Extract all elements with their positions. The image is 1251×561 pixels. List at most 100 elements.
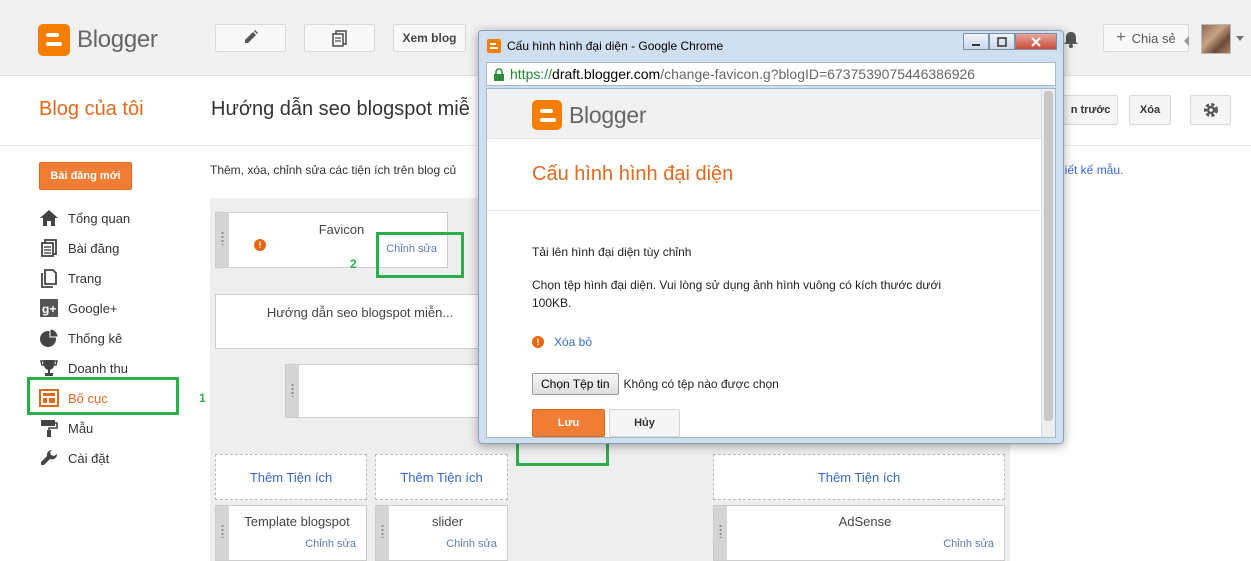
pencil-icon xyxy=(244,30,258,43)
sidebar-item-template[interactable]: Mẫu xyxy=(39,413,130,443)
address-bar[interactable]: https://draft.blogger.com/change-favicon… xyxy=(486,62,1056,86)
slider-widget[interactable]: slider Chỉnh sửa xyxy=(375,505,508,561)
popup-heading: Cấu hình hình đại diện xyxy=(532,163,734,185)
popup-content: Blogger Cấu hình hình đại diện Tải lên h… xyxy=(486,88,1056,438)
sidebar-item-label: Bài đăng xyxy=(68,240,120,256)
sidebar-item-label: Doanh thu xyxy=(68,360,128,376)
layout-description: Thêm, xóa, chỉnh sửa các tiện ích trên b… xyxy=(210,163,457,177)
add-widget-label: Thêm Tiện ích xyxy=(400,469,483,485)
add-widget-button[interactable]: Thêm Tiện ích xyxy=(215,454,367,500)
pages-icon xyxy=(41,269,57,288)
sidebar-item-google-plus[interactable]: g+ Google+ xyxy=(39,293,130,323)
template-blogspot-widget[interactable]: Template blogspot Chỉnh sửa xyxy=(215,505,367,561)
sidebar-item-label: Cài đặt xyxy=(68,450,110,466)
sidebar-item-label: Google+ xyxy=(68,300,118,316)
gear-icon xyxy=(1203,103,1218,117)
widget-title: slider xyxy=(431,514,464,529)
logo-text: Blogger xyxy=(569,101,647,128)
sidebar-item-stats[interactable]: Thống kê xyxy=(39,323,130,353)
view-blog-button[interactable]: Xem blog xyxy=(393,24,466,52)
url-path: /change-favicon.g?blogID=673753907544638… xyxy=(660,66,976,82)
choose-file-button[interactable]: Chọn Tệp tin xyxy=(532,373,619,395)
remove-label: Xóa bỏ xyxy=(554,335,593,349)
highlight-edit-link xyxy=(376,232,464,278)
sidebar-item-label: Thống kê xyxy=(68,330,123,346)
blogger-favicon-icon xyxy=(487,39,501,53)
wrench-icon xyxy=(41,449,58,465)
add-widget-button[interactable]: Thêm Tiện ích xyxy=(713,454,1005,500)
bell-icon[interactable] xyxy=(1062,30,1080,48)
sidebar-item-settings[interactable]: Cài đặt xyxy=(39,443,130,473)
popup-blogger-logo: Blogger xyxy=(532,100,646,130)
new-post-button[interactable]: Bài đăng mới xyxy=(39,162,132,190)
file-chooser-row: Chọn Tệp tin Không có tệp nào được chọn xyxy=(532,373,779,395)
svg-text:g+: g+ xyxy=(42,302,56,316)
step-2-label: 2 xyxy=(350,257,357,271)
sidebar-item-overview[interactable]: Tổng quan xyxy=(39,203,130,233)
avatar-chevron-down-icon[interactable] xyxy=(1236,36,1244,41)
scrollbar-thumb[interactable] xyxy=(1044,91,1053,421)
my-blogs-link[interactable]: Blog của tôi xyxy=(39,98,144,121)
template-design-link[interactable]: hiết kế mẫu. xyxy=(1058,163,1123,177)
plus-icon: + xyxy=(1116,29,1126,46)
sidebar-nav: Tổng quan Bài đăng Trang g+ Google+ Thốn… xyxy=(39,203,130,473)
widget-edit-link[interactable]: Chỉnh sửa xyxy=(943,538,994,550)
lock-icon xyxy=(494,67,504,81)
posts-list-button[interactable] xyxy=(304,24,375,52)
delete-button[interactable]: Xóa xyxy=(1129,95,1171,125)
header-widget[interactable]: Hướng dẫn seo blogspot miễn... xyxy=(215,294,485,349)
widget-title: AdSense xyxy=(838,514,892,529)
minimize-button[interactable] xyxy=(963,33,989,50)
widget-edit-link[interactable]: Chỉnh sửa xyxy=(446,538,497,550)
minimize-icon xyxy=(972,43,980,46)
remove-favicon-link[interactable]: ! Xóa bỏ xyxy=(532,335,592,349)
add-widget-label: Thêm Tiện ích xyxy=(249,469,333,485)
sidebar-item-label: Trang xyxy=(68,270,102,286)
choose-hint-line2: 100KB. xyxy=(532,296,572,310)
warning-icon: ! xyxy=(254,239,266,251)
avatar[interactable] xyxy=(1201,24,1231,54)
sidebar-item-posts[interactable]: Bài đăng xyxy=(39,233,130,263)
empty-widget[interactable] xyxy=(285,364,485,418)
cancel-button[interactable]: Hủy xyxy=(609,409,680,437)
popup-header: Blogger xyxy=(487,89,1042,139)
save-button[interactable]: Lưu xyxy=(532,409,605,437)
new-post-pencil-button[interactable] xyxy=(215,24,286,52)
step-1-label: 1 xyxy=(199,391,206,405)
share-caret-icon xyxy=(1184,36,1189,46)
paint-roller-icon xyxy=(41,420,58,437)
blogger-logo[interactable]: Blogger xyxy=(38,24,158,56)
window-controls xyxy=(963,33,1057,50)
blog-title: Hướng dẫn seo blogspot miễ xyxy=(211,98,470,120)
favicon-config-window: Cấu hình hình đại diện - Google Chrome h… xyxy=(478,30,1064,444)
popup-divider xyxy=(487,210,1042,211)
close-icon xyxy=(1031,36,1041,47)
add-widget-label: Thêm Tiện ích xyxy=(817,469,901,485)
close-button[interactable] xyxy=(1015,33,1057,50)
logo-text: Blogger xyxy=(77,26,158,53)
url-scheme: https:// xyxy=(510,66,553,82)
widget-edit-link[interactable]: Chỉnh sửa xyxy=(305,538,356,550)
google-plus-icon: g+ xyxy=(40,299,58,317)
add-widget-button[interactable]: Thêm Tiện ích xyxy=(375,454,508,500)
settings-button[interactable] xyxy=(1190,95,1231,125)
preview-button[interactable]: n trước xyxy=(1063,95,1118,125)
sidebar-item-pages[interactable]: Trang xyxy=(39,263,130,293)
sidebar-item-label: Tổng quan xyxy=(68,210,131,226)
posts-icon xyxy=(41,239,57,257)
posts-icon xyxy=(331,30,347,47)
drag-handle[interactable] xyxy=(286,365,299,417)
stats-pie-icon xyxy=(40,328,59,347)
maximize-button[interactable] xyxy=(989,33,1015,50)
upload-label: Tải lên hình đại diện tùy chỉnh xyxy=(532,245,692,259)
url-host: draft.blogger.com xyxy=(552,66,661,82)
blogger-logo-icon xyxy=(38,24,70,56)
blogger-logo-icon xyxy=(532,100,562,130)
widget-title: Hướng dẫn seo blogspot miễn... xyxy=(266,305,454,320)
sidebar-item-label: Mẫu xyxy=(68,420,94,436)
popup-scrollbar[interactable] xyxy=(1041,89,1055,437)
home-icon xyxy=(40,210,58,226)
share-button[interactable]: + Chia sẻ xyxy=(1103,24,1189,52)
adsense-widget[interactable]: AdSense Chỉnh sửa xyxy=(713,505,1005,561)
window-title: Cấu hình hình đại diện - Google Chrome xyxy=(507,39,724,53)
